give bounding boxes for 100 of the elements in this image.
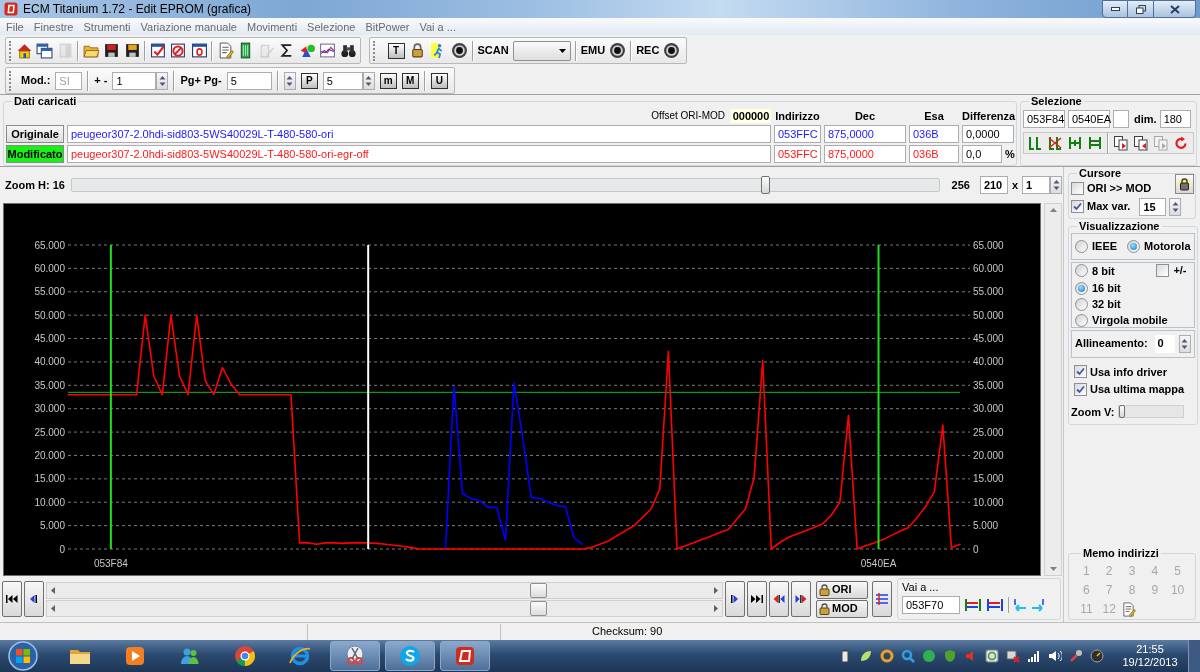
factor-field[interactable]: 1: [1022, 176, 1050, 194]
signal-bars-icon[interactable]: [1027, 649, 1041, 663]
slider-thumb[interactable]: [1119, 405, 1126, 419]
decimal-field[interactable]: 875,0000: [824, 125, 906, 143]
toolbar-grip[interactable]: [9, 40, 12, 61]
record-icon[interactable]: [450, 42, 468, 59]
file-button[interactable]: Originale: [6, 125, 64, 143]
dropdown[interactable]: [512, 40, 571, 61]
checkbox[interactable]: [1071, 181, 1084, 195]
tool-button[interactable]: T: [387, 42, 405, 59]
markers-icon[interactable]: [1027, 135, 1043, 151]
copy-icon[interactable]: [1133, 135, 1149, 151]
scroll-thumb[interactable]: [529, 582, 547, 598]
menu-item[interactable]: File: [6, 19, 24, 34]
tool-button[interactable]: M: [401, 72, 419, 89]
checklist-icon[interactable]: [149, 42, 167, 59]
spinner[interactable]: [283, 71, 296, 90]
tool-button[interactable]: m: [379, 72, 397, 89]
arrow-bars-icon[interactable]: [986, 598, 1004, 612]
horizontal-scrollbar[interactable]: [46, 599, 723, 617]
magnifier-icon[interactable]: [901, 649, 915, 663]
lock-button[interactable]: [1175, 174, 1194, 194]
file-button[interactable]: Modificato: [6, 145, 64, 163]
ring-logo-icon[interactable]: [288, 644, 312, 668]
input-field[interactable]: 5: [226, 71, 272, 90]
max-variation-field[interactable]: 15: [1139, 197, 1167, 216]
maximize-button[interactable]: [1128, 0, 1153, 18]
document-pencil-icon[interactable]: [1120, 602, 1136, 617]
double-arrow-right-button[interactable]: [791, 581, 811, 617]
size-field[interactable]: 180: [1159, 110, 1191, 128]
address-field[interactable]: 053FFC: [774, 125, 821, 143]
taskbar-button[interactable]: [440, 641, 490, 671]
spinner[interactable]: [1169, 197, 1182, 216]
address-field[interactable]: 053FFC: [774, 145, 821, 163]
undo-icon[interactable]: [1173, 135, 1189, 151]
record-icon[interactable]: [663, 42, 681, 59]
disc-icon[interactable]: [922, 649, 936, 663]
app-logo-icon[interactable]: [453, 644, 477, 668]
taskbar-button[interactable]: [330, 641, 380, 671]
window-icon[interactable]: [190, 42, 208, 59]
volume-icon[interactable]: [1048, 649, 1062, 663]
taskbar-button[interactable]: [385, 641, 435, 671]
shield-icon[interactable]: [943, 649, 957, 663]
binoculars-icon[interactable]: [339, 42, 357, 59]
skip-forward-button[interactable]: [747, 581, 767, 617]
table-arrows-button[interactable]: [872, 581, 892, 617]
points-field[interactable]: 210: [979, 176, 1008, 194]
close-button[interactable]: [1153, 0, 1196, 18]
checkbox[interactable]: [1156, 264, 1170, 277]
cursor-marker-line[interactable]: [877, 244, 880, 550]
gauge-icon[interactable]: [1090, 649, 1104, 663]
tools-icon[interactable]: [1069, 649, 1083, 663]
difference-field[interactable]: 0,0: [962, 145, 1002, 163]
padlock-button[interactable]: MOD: [816, 599, 868, 618]
record-icon[interactable]: [609, 42, 627, 59]
toolbar-grip[interactable]: [372, 40, 376, 61]
arrow-bars-icon[interactable]: [964, 598, 982, 612]
spinner[interactable]: [1050, 176, 1062, 194]
menu-item[interactable]: Vai a ...: [419, 19, 456, 34]
leaf-icon[interactable]: [859, 649, 873, 663]
toolbar-grip[interactable]: [9, 70, 12, 91]
chat-logo-icon[interactable]: [398, 644, 422, 668]
menu-item[interactable]: Strumenti: [83, 19, 131, 34]
decimal-field[interactable]: 875,0000: [824, 145, 906, 163]
play-icon[interactable]: [123, 644, 147, 668]
checkbox[interactable]: [1074, 365, 1087, 379]
alignment-field[interactable]: 0: [1154, 334, 1175, 353]
scissors-icon[interactable]: [343, 644, 367, 668]
menu-item[interactable]: Movimenti: [247, 19, 298, 34]
floppy-icon[interactable]: [103, 42, 120, 59]
cursor-line[interactable]: [367, 244, 370, 550]
hex-field[interactable]: 036B: [909, 145, 959, 163]
menu-item[interactable]: BitPower: [365, 19, 410, 34]
slider-thumb[interactable]: [761, 176, 771, 194]
shapes-icon[interactable]: [298, 42, 316, 59]
spinner[interactable]: [1178, 334, 1191, 353]
cursor-marker-line[interactable]: [109, 244, 112, 550]
end-address-field[interactable]: 0540EA: [1068, 110, 1110, 128]
copy-icon[interactable]: [1113, 135, 1129, 151]
horizontal-scrollbar[interactable]: [46, 581, 723, 599]
ring-icon[interactable]: [880, 649, 894, 663]
radio-button[interactable]: [1075, 313, 1088, 327]
spinner[interactable]: [156, 71, 169, 90]
swap-arrows-icon[interactable]: [1013, 598, 1045, 612]
skip-back-button[interactable]: [2, 581, 22, 617]
plus-markers-icon[interactable]: [1067, 135, 1083, 151]
start-address-field[interactable]: 053F84: [1023, 110, 1065, 128]
windows-icon[interactable]: [36, 42, 53, 59]
floppy-icon[interactable]: [123, 42, 141, 59]
radio-button[interactable]: [1075, 281, 1088, 295]
house-icon[interactable]: [15, 42, 33, 59]
file-name-field[interactable]: peugeor307-2.0hdi-sid803-5WS40029L-T-480-580-ori-egr-off: [67, 145, 771, 163]
crossed-markers-icon[interactable]: [1047, 135, 1063, 151]
slider-track[interactable]: [1118, 405, 1185, 419]
goto-address-field[interactable]: 053F70: [902, 596, 960, 614]
radio-button[interactable]: [1075, 297, 1088, 311]
file-name-field[interactable]: peugeor307-2.0hdi-sid803-5WS40029L-T-480-580-ori: [67, 125, 771, 143]
padlock-button[interactable]: ORI: [816, 580, 868, 599]
menu-item[interactable]: Finestre: [33, 19, 74, 34]
chart-icon[interactable]: [319, 42, 336, 59]
